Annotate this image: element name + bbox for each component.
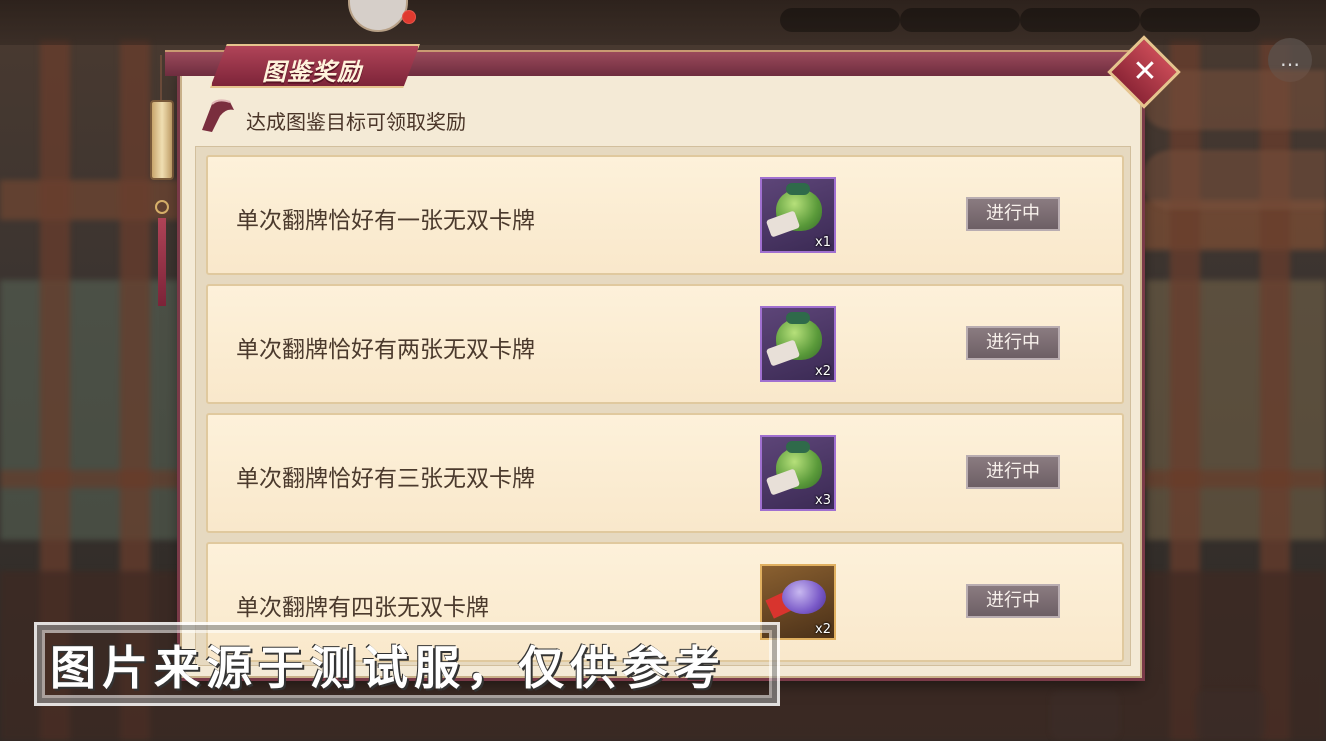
watermark-text: 图片来源于测试服，仅供参考 [50,641,726,695]
notification-dot [402,10,416,24]
reward-item[interactable]: x3 [760,435,836,511]
bookmark-icon [202,99,234,132]
reward-quantity: x1 [815,235,831,250]
ornament-ring [155,200,169,214]
ornament-tassel [158,218,166,306]
goal-text: 单次翻牌恰好有两张无双卡牌 [236,337,535,363]
bottom-menu-button[interactable] [1195,690,1265,740]
reward-quantity: x3 [815,493,831,508]
reward-item[interactable]: x2 [760,306,836,382]
purple-pouch-icon [782,580,826,614]
ornament-scroll [150,100,174,180]
status-button[interactable]: 进行中 [966,455,1060,489]
goal-text: 单次翻牌恰好有一张无双卡牌 [236,208,535,234]
side-menu-button[interactable] [1141,150,1326,210]
bottom-menu-button[interactable] [1050,690,1120,740]
goal-text: 单次翻牌有四张无双卡牌 [236,595,489,621]
list-item: 单次翻牌恰好有三张无双卡牌 x3 进行中 [206,413,1124,533]
goal-text: 单次翻牌恰好有三张无双卡牌 [236,466,535,492]
status-button[interactable]: 进行中 [966,584,1060,618]
status-button[interactable]: 进行中 [966,326,1060,360]
reward-list[interactable]: 单次翻牌恰好有一张无双卡牌 x1 进行中 单次翻牌恰好有两张无双卡牌 x2 进行… [195,146,1131,666]
top-hud [0,0,1326,45]
close-x-icon[interactable]: ✕ [1122,50,1168,96]
panel-title: 图鉴奖励 [262,58,362,86]
reward-quantity: x2 [815,622,831,637]
list-item: 单次翻牌恰好有两张无双卡牌 x2 进行中 [206,284,1124,404]
reward-quantity: x2 [815,364,831,379]
panel-subtitle: 达成图鉴目标可领取奖励 [246,110,466,134]
status-button[interactable]: 进行中 [966,197,1060,231]
list-item: 单次翻牌恰好有一张无双卡牌 x1 进行中 [206,155,1124,275]
reward-item[interactable]: x1 [760,177,836,253]
